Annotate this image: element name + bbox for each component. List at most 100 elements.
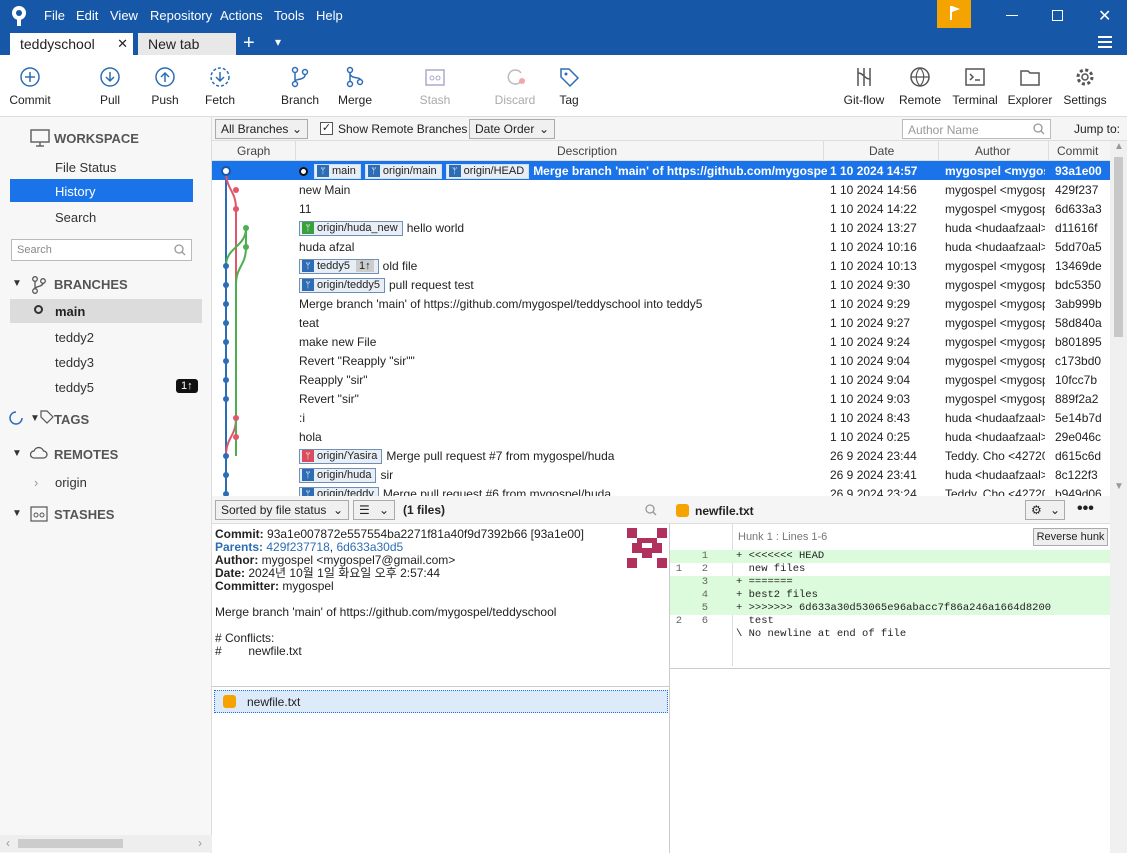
menu-actions[interactable]: Actions [220,8,263,23]
branch-item-main[interactable]: main [10,299,202,323]
menu-view[interactable]: View [110,8,138,23]
sidebar-search-input[interactable]: Search [11,239,192,261]
commit-row[interactable]: :i 1 10 2024 8:43 huda <hudaafzaal> 5e14b7d [212,408,1110,427]
commit-row[interactable]: ᛘ origin/huda sir 26 9 2024 23:41 huda <huda… [212,465,1110,484]
remote-item-origin[interactable]: origin [55,475,87,490]
close-window-icon[interactable]: ✕ [1098,6,1111,26]
sidebar-item-search[interactable]: Search [55,210,96,225]
author-search-input[interactable]: Author Name [902,119,1051,139]
sidebar-item-file-status[interactable]: File Status [55,160,116,175]
parent-link[interactable]: 6d633a30d5 [336,540,403,554]
branch-ref-badge[interactable]: ᛘ origin/HEAD [445,164,530,179]
tab-close-icon[interactable]: ✕ [117,36,128,52]
commit-node[interactable] [223,396,229,402]
branch-item-teddy3[interactable]: teddy3 [55,355,94,370]
commit-row[interactable]: huda afzal 1 10 2024 10:16 huda <hudaafzaa… [212,237,1110,256]
minimize-icon[interactable] [1006,15,1018,16]
fetch-button[interactable]: Fetch [190,65,250,107]
parent-link[interactable]: 429f237718 [266,540,329,554]
column-author[interactable]: Author [975,144,1010,158]
sidebar-hscrollbar[interactable]: ‹ › [0,835,212,852]
commit-row[interactable]: ᛘ origin/huda_new hello world 1 10 2024 13:… [212,218,1110,237]
commit-row[interactable]: new Main 1 10 2024 14:56 mygospel <mygospe… [212,180,1110,199]
commit-node[interactable] [223,377,229,383]
branch-ref-badge[interactable]: ᛘ main [314,164,361,179]
commit-row[interactable]: hola 1 10 2024 0:25 huda <hudaafzaal> 29e04… [212,427,1110,446]
scroll-down-icon[interactable]: ▼ [1114,481,1124,492]
branch-item-teddy5[interactable]: teddy5 [55,380,94,395]
hamburger-menu-icon[interactable] [1098,36,1112,48]
stash-button[interactable]: Stash [405,65,465,107]
commit-node[interactable] [223,301,229,307]
commit-row[interactable]: make new File 1 10 2024 9:24 mygospel <myg… [212,332,1110,351]
remotes-chevron-icon[interactable]: ▼ [12,448,22,459]
commit-node[interactable] [223,263,229,269]
sort-dropdown[interactable]: Sorted by file status ⌄ [215,500,349,520]
commit-list-scrollbar[interactable]: ▲ ▼ [1110,141,1127,496]
show-remote-checkbox[interactable]: ✓ [320,122,333,135]
pull-button[interactable]: Pull [80,65,140,107]
commit-row[interactable]: ᛘ origin/teddy Merge pull request #6 from … [212,484,1110,496]
commit-row[interactable]: teat 1 10 2024 9:27 mygospel <mygospel7@gm… [212,313,1110,332]
commit-node[interactable] [233,434,239,440]
discard-button[interactable]: Discard [485,65,545,107]
add-tab-icon[interactable]: + [243,32,255,55]
commit-node[interactable] [233,415,239,421]
commit-node[interactable] [243,225,249,231]
tags-chevron-icon[interactable]: ▼ [30,413,40,424]
scroll-right-icon[interactable]: › [198,836,202,850]
commit-node[interactable] [223,339,229,345]
commit-row[interactable]: Merge branch 'main' of https://github.co… [212,294,1110,313]
commit-row[interactable]: ᛘ teddy5 1↑ old file 1 10 2024 10:13 mygospel… [212,256,1110,275]
branch-item-teddy2[interactable]: teddy2 [55,330,94,345]
branch-ref-badge[interactable]: ᛘ teddy5 1↑ [299,259,379,274]
diff-options-dropdown[interactable]: ⚙ ⌄ [1025,500,1065,520]
scroll-up-icon[interactable]: ▲ [1114,141,1124,152]
commit-node[interactable] [233,206,239,212]
commit-row[interactable]: ᛘ origin/teddy5 pull request test 1 10 2024… [212,275,1110,294]
commit-node[interactable] [223,358,229,364]
commit-node[interactable] [223,320,229,326]
gitflow-button[interactable]: Git-flow [834,65,894,107]
menu-repository[interactable]: Repository [150,8,212,23]
commit-node[interactable] [221,166,231,176]
branch-ref-badge[interactable]: ᛘ origin/main [364,164,442,179]
reverse-hunk-button[interactable]: Reverse hunk [1033,528,1108,546]
menu-tools[interactable]: Tools [274,8,304,23]
scroll-left-icon[interactable]: ‹ [6,836,10,850]
column-date[interactable]: Date [869,144,894,158]
tab-teddyschool[interactable]: teddyschool ✕ [10,33,133,55]
diff-scrollbar[interactable] [1110,496,1127,853]
commit-row[interactable]: ᛘ origin/Yasira Merge pull request #7 from… [212,446,1110,465]
branch-filter-dropdown[interactable]: All Branches ⌄ [215,119,308,139]
stashes-chevron-icon[interactable]: ▼ [12,508,22,519]
branch-ref-badge[interactable]: ᛘ origin/huda [299,468,377,483]
settings-button[interactable]: Settings [1055,65,1115,107]
view-mode-dropdown[interactable]: ☰ ⌄ [353,500,395,520]
remote-button[interactable]: Remote [890,65,950,107]
more-options-icon[interactable]: ••• [1077,500,1094,518]
terminal-button[interactable]: Terminal [945,65,1005,107]
commit-node[interactable] [233,187,239,193]
tag-button[interactable]: Tag [539,65,599,107]
file-item[interactable]: newfile.txt [214,690,668,713]
order-dropdown[interactable]: Date Order ⌄ [469,119,555,139]
merge-button[interactable]: Merge [325,65,385,107]
commit-button[interactable]: Commit [0,65,60,107]
explorer-button[interactable]: Explorer [1000,65,1060,107]
scroll-thumb[interactable] [1114,157,1123,337]
column-commit[interactable]: Commit [1057,144,1098,158]
column-description[interactable]: Description [557,144,617,158]
commit-row[interactable]: Revert "sir" 1 10 2024 9:03 mygospel <mygo… [212,389,1110,408]
branch-ref-badge[interactable]: ᛘ origin/teddy [299,487,379,496]
menu-file[interactable]: File [44,8,65,23]
tab-dropdown-icon[interactable]: ▾ [275,35,281,49]
commit-row[interactable]: 11 1 10 2024 14:22 mygospel <mygospel7@gma… [212,199,1110,218]
commit-node[interactable] [223,453,229,459]
branch-ref-badge[interactable]: ᛘ origin/Yasira [299,449,383,464]
flag-icon[interactable] [937,0,971,28]
scroll-thumb[interactable] [18,839,123,848]
push-button[interactable]: Push [135,65,195,107]
branch-ref-badge[interactable]: ᛘ origin/huda_new [299,221,403,236]
commit-node[interactable] [223,472,229,478]
